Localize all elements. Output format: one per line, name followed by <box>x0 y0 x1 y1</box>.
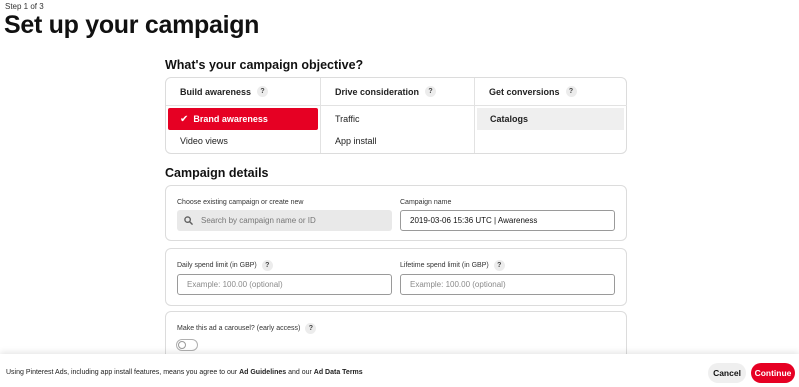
column-header-label: Drive consideration <box>335 86 420 97</box>
campaign-name-input[interactable]: 2019-03-06 15:36 UTC | Awareness <box>400 210 615 231</box>
objective-option-brand-awareness[interactable]: ✔ Brand awareness <box>168 108 318 130</box>
objective-option-label: Brand awareness <box>193 114 268 124</box>
lifetime-spend-label: Lifetime spend limit (in GBP) ? <box>400 260 505 271</box>
footer-text-prefix: Using Pinterest Ads, including app insta… <box>6 369 240 376</box>
campaign-name-label-text: Campaign name <box>400 199 452 206</box>
page-title: Set up your campaign <box>4 11 260 39</box>
campaign-name-card: Choose existing campaign or create new S… <box>165 185 627 241</box>
column-header-label: Build awareness <box>180 86 252 97</box>
help-icon[interactable]: ? <box>565 86 577 97</box>
help-icon[interactable]: ? <box>305 323 317 334</box>
objective-option-traffic[interactable]: Traffic <box>321 108 474 130</box>
column-header-conversions: Get conversions ? <box>475 78 627 106</box>
objective-selector: Build awareness ? ✔ Brand awareness Vide… <box>165 77 627 154</box>
lifetime-spend-input[interactable]: Example: 100.00 (optional) <box>400 274 615 295</box>
column-header-consideration: Drive consideration ? <box>321 78 474 106</box>
help-icon[interactable]: ? <box>425 86 437 97</box>
objective-option-app-install[interactable]: App install <box>321 130 474 152</box>
footer-agreement-text: Using Pinterest Ads, including app insta… <box>6 369 363 376</box>
carousel-label-text: Make this ad a carousel? (early access) <box>177 325 301 332</box>
column-header-awareness: Build awareness ? <box>166 78 320 106</box>
footer-bar: Using Pinterest Ads, including app insta… <box>0 354 799 387</box>
objective-option-label: App install <box>335 136 377 146</box>
help-icon[interactable]: ? <box>493 260 505 271</box>
objective-column-awareness: Build awareness ? ✔ Brand awareness Vide… <box>166 78 320 153</box>
step-indicator: Step 1 of 3 <box>5 2 44 11</box>
carousel-label: Make this ad a carousel? (early access) … <box>177 323 317 334</box>
objective-column-consideration: Drive consideration ? Traffic App instal… <box>320 78 474 153</box>
footer-text-middle: and our <box>286 369 314 376</box>
daily-spend-label-text: Daily spend limit (in GBP) <box>177 262 257 269</box>
search-icon <box>184 216 193 225</box>
campaign-search-input[interactable]: Search by campaign name or ID <box>177 210 392 231</box>
objective-option-video-views[interactable]: Video views <box>166 130 320 152</box>
toggle-knob <box>178 341 186 349</box>
daily-spend-label: Daily spend limit (in GBP) ? <box>177 260 273 271</box>
objective-option-label: Traffic <box>335 114 360 124</box>
objective-option-label: Video views <box>180 136 228 146</box>
column-header-label: Get conversions <box>489 86 560 97</box>
existing-campaign-label: Choose existing campaign or create new <box>177 199 303 206</box>
existing-campaign-label-text: Choose existing campaign or create new <box>177 199 304 206</box>
lifetime-spend-label-text: Lifetime spend limit (in GBP) <box>400 262 489 269</box>
objective-column-conversions: Get conversions ? Catalogs <box>474 78 627 153</box>
carousel-toggle[interactable] <box>176 339 198 351</box>
ad-guidelines-link[interactable]: Ad Guidelines <box>239 369 286 376</box>
objective-section-title: What's your campaign objective? <box>165 58 364 72</box>
search-placeholder: Search by campaign name or ID <box>201 216 316 225</box>
spend-limit-card: Daily spend limit (in GBP) ? Example: 10… <box>165 248 627 306</box>
cancel-button[interactable]: Cancel <box>708 363 746 383</box>
help-icon[interactable]: ? <box>261 260 273 271</box>
details-section-title: Campaign details <box>165 166 269 180</box>
daily-spend-input[interactable]: Example: 100.00 (optional) <box>177 274 392 295</box>
checkmark-icon: ✔ <box>180 113 189 125</box>
help-icon[interactable]: ? <box>257 86 269 97</box>
ad-data-terms-link[interactable]: Ad Data Terms <box>314 369 363 376</box>
campaign-name-label: Campaign name <box>400 199 451 206</box>
continue-button[interactable]: Continue <box>751 363 795 383</box>
objective-option-catalogs[interactable]: Catalogs <box>477 108 624 130</box>
objective-option-label: Catalogs <box>490 114 529 124</box>
